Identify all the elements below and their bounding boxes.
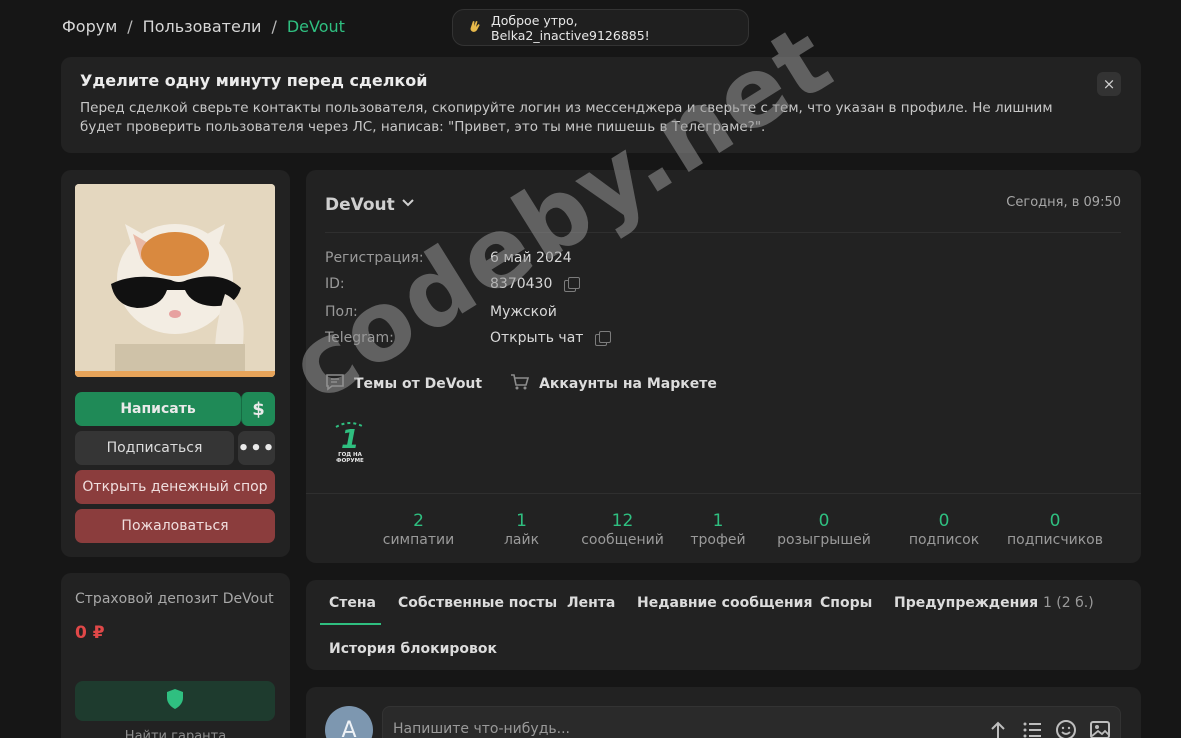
deposit-value: 0 ₽ (75, 623, 105, 643)
more-icon[interactable]: ••• (238, 431, 275, 465)
avatar[interactable]: A (325, 706, 373, 738)
breadcrumb-current: DeVout (286, 17, 345, 36)
info-value-telegram: Открыть чат (490, 330, 612, 346)
stat-likes[interactable]: 2 симпатии (372, 511, 465, 548)
copy-icon[interactable] (595, 331, 612, 346)
market-label: Аккаунты на Маркете (539, 376, 717, 392)
stat-giveaways[interactable]: 0 розыгрышей (774, 511, 874, 548)
chevron-down-icon (401, 195, 415, 215)
stat-num: 1 (516, 511, 527, 531)
topics-label: Темы от DeVout (354, 376, 483, 392)
stat-subscribers[interactable]: 0 подписчиков (1005, 511, 1105, 548)
deposit-card: Страховой депозит DeVout 0 ₽ Найти гаран… (61, 573, 290, 738)
notice-title: Уделите одну минуту перед сделкой (80, 71, 428, 90)
tab-recent-messages[interactable]: Недавние сообщения (637, 595, 812, 611)
report-button[interactable]: Пожаловаться (75, 509, 275, 543)
open-chat-link[interactable]: Открыть чат (490, 330, 583, 346)
greeting-toast: Доброе утро, Belka2_inactive9126885! (452, 9, 749, 46)
info-value-registration: 6 май 2024 (490, 250, 572, 266)
stat-label: розыгрышей (777, 532, 871, 548)
tab-disputes[interactable]: Споры (820, 595, 872, 611)
divider (325, 232, 1121, 233)
stat-messages[interactable]: 12 сообщений (575, 511, 670, 548)
tab-ban-history[interactable]: История блокировок (329, 641, 497, 657)
profile-tabs: Стена Собственные посты Лента Недавние с… (306, 580, 1141, 670)
info-label-registration: Регистрация: (325, 250, 424, 266)
breadcrumb-separator: / (271, 17, 277, 36)
one-year-badge-icon[interactable]: 1 ГОД НА ФОРУМЕ (332, 421, 368, 465)
stat-num: 0 (1049, 511, 1061, 531)
image-icon[interactable] (1089, 719, 1111, 738)
badge-number: 1 (341, 425, 359, 455)
divider (306, 493, 1141, 494)
stat-num: 2 (413, 511, 424, 531)
info-value-id: 8370430 (490, 276, 581, 292)
badge-caption-line2: ФОРУМЕ (336, 458, 364, 464)
comment-icon (325, 373, 345, 395)
shield-icon (165, 688, 185, 714)
breadcrumb: Форум / Пользователи / DeVout (62, 17, 345, 36)
tab-warnings-label: Предупреждения (894, 595, 1039, 611)
notice-text: Перед сделкой сверьте контакты пользоват… (80, 100, 1053, 135)
upload-icon[interactable] (987, 719, 1009, 738)
tab-wall[interactable]: Стена (329, 595, 376, 611)
subscribe-button[interactable]: Подписаться (75, 431, 234, 465)
deposit-title: Страховой депозит DeVout (75, 591, 274, 607)
comment-toolbar (987, 719, 1111, 738)
stat-num: 1 (712, 511, 724, 531)
stat-subscriptions[interactable]: 0 подписок (904, 511, 984, 548)
profile-actions-card: Написать $ Подписаться ••• Открыть денеж… (61, 170, 290, 557)
write-button[interactable]: Написать (75, 392, 241, 426)
open-dispute-button[interactable]: Открыть денежный спор (75, 470, 275, 504)
stat-label: трофей (690, 532, 746, 548)
greeting-text: Доброе утро, Belka2_inactive9126885! (491, 12, 650, 43)
avatar[interactable] (75, 184, 275, 377)
profile-links: Темы от DeVout Аккаунты на Маркете (325, 373, 717, 395)
wall-comment-card: A Напишите что-нибудь... (306, 687, 1141, 738)
cart-icon (510, 373, 530, 395)
profile-stats: 2 симпатии 1 лайк 12 сообщений 1 трофей … (372, 511, 1105, 548)
active-tab-indicator (320, 623, 381, 625)
dollar-icon[interactable]: $ (241, 392, 275, 426)
stat-label: лайк (503, 532, 540, 548)
stat-label: подписок (908, 532, 980, 548)
list-icon[interactable] (1021, 719, 1043, 738)
stat-trophies[interactable]: 1 трофей (680, 511, 756, 548)
deal-notice: Уделите одну минуту перед сделкой Перед … (61, 57, 1141, 153)
stat-label: симпатии (382, 532, 455, 548)
deposit-caption[interactable]: Найти гаранта (61, 729, 290, 738)
emoji-icon[interactable] (1055, 719, 1077, 738)
user-id: 8370430 (490, 276, 553, 292)
stat-like[interactable]: 1 лайк (484, 511, 559, 548)
info-label-telegram: Telegram: (325, 330, 394, 346)
stat-num: 0 (938, 511, 950, 531)
stat-num: 12 (611, 511, 634, 531)
stat-label: сообщений (581, 532, 664, 548)
username: DeVout (325, 195, 395, 215)
market-link[interactable]: Аккаунты на Маркете (510, 373, 717, 395)
info-value-gender: Мужской (490, 304, 557, 320)
gender: Мужской (490, 304, 557, 320)
breadcrumb-forum[interactable]: Форум (62, 17, 117, 36)
waving-hand-icon (467, 18, 483, 38)
info-label-gender: Пол: (325, 304, 358, 320)
stat-num: 0 (818, 511, 830, 531)
breadcrumb-users[interactable]: Пользователи (143, 17, 262, 36)
tab-warnings-count: 1 (2 б.) (1042, 595, 1094, 611)
profile-card: DeVout Сегодня, в 09:50 Регистрация: 6 м… (306, 170, 1141, 563)
stat-label: подписчиков (1007, 532, 1103, 548)
close-icon[interactable]: × (1097, 72, 1121, 96)
breadcrumb-separator: / (127, 17, 133, 36)
info-label-id: ID: (325, 276, 345, 292)
find-guarantor-button[interactable] (75, 681, 275, 721)
last-seen: Сегодня, в 09:50 (1006, 195, 1121, 210)
topics-link[interactable]: Темы от DeVout (325, 373, 482, 395)
tab-feed[interactable]: Лента (567, 595, 615, 611)
copy-icon[interactable] (564, 277, 581, 292)
tab-own-posts[interactable]: Собственные посты (398, 595, 557, 611)
registration-date: 6 май 2024 (490, 250, 572, 266)
username-dropdown[interactable]: DeVout (325, 195, 415, 215)
tab-warnings[interactable]: Предупреждения 1 (2 б.) (894, 595, 1094, 611)
